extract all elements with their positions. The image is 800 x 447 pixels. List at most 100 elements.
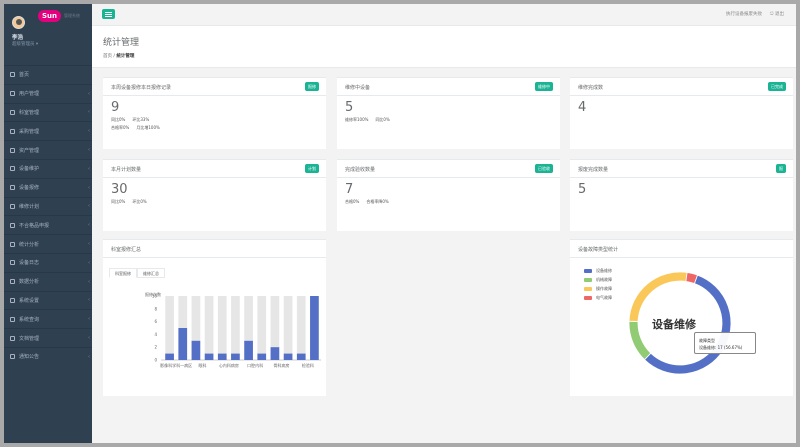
breadcrumb-current: 统计管理 xyxy=(116,54,135,59)
sidebar-item-label: 用户管理 xyxy=(19,91,40,98)
avatar[interactable] xyxy=(12,16,25,29)
app-frame: Sun 管理系统 李浩 超级管理员 ▾ 首页 用户管理 ‹ 科室管理 ‹ 采购管理 ‹ 资产管… xyxy=(4,4,796,443)
sidebar-item[interactable]: 设备日志 ‹ xyxy=(4,252,92,272)
sidebar-item-label: 不合格品申报 xyxy=(19,222,50,229)
sidebar-item[interactable]: 系统设置 ‹ xyxy=(4,290,92,310)
stat-card-title: 本月计划数量 xyxy=(111,167,142,173)
sidebar-item-label: 首页 xyxy=(19,72,30,79)
sidebar-item-label: 文档管理 xyxy=(19,335,40,342)
bar-panel-title: 科室报修汇总 xyxy=(111,247,142,253)
stat-row: 同比0% xyxy=(111,199,126,204)
bar-background xyxy=(257,296,267,360)
chevron-left-icon: ‹ xyxy=(88,335,90,342)
sidebar-item-label: 采购管理 xyxy=(19,128,40,135)
sidebar-item-label: 设备维护 xyxy=(19,166,40,173)
stat-card-badge[interactable]: 计划 xyxy=(305,164,319,173)
sidebar-item-label: 设备报修 xyxy=(19,185,40,192)
stat-card-value: 30 xyxy=(111,182,128,197)
menu-icon xyxy=(10,109,15,115)
top-notice-link[interactable]: 执行设备报废失败 xyxy=(726,11,762,17)
bar-background xyxy=(296,296,306,360)
sidebar-item-label: 统计分析 xyxy=(19,241,40,248)
tab-dept-repair[interactable]: 科室报修 xyxy=(109,268,137,278)
brand-subtitle: 管理系统 xyxy=(64,13,80,18)
menu-icon xyxy=(10,335,15,341)
stat-card-badge[interactable]: 已验收 xyxy=(535,164,553,173)
chevron-left-icon: ‹ xyxy=(88,128,90,135)
stat-card-title: 完成验收数量 xyxy=(345,167,376,173)
menu-icon xyxy=(10,147,15,153)
x-tick-label: 眼科 xyxy=(199,362,207,368)
sidebar-item-label: 资产管理 xyxy=(19,147,40,154)
tab-repair-summary[interactable]: 维修汇总 xyxy=(137,268,165,278)
x-tick-label: 检验科 xyxy=(302,362,314,368)
sidebar-item[interactable]: 设备维护 ‹ xyxy=(4,158,92,178)
sidebar-item[interactable]: 文档管理 ‹ xyxy=(4,328,92,347)
chevron-left-icon: ‹ xyxy=(88,353,90,360)
sidebar-item[interactable]: 用户管理 ‹ xyxy=(4,83,92,103)
bar xyxy=(283,353,293,360)
sidebar-item[interactable]: 维修计划 ‹ xyxy=(4,196,92,216)
stat-card-value: 4 xyxy=(578,100,587,115)
donut-slice[interactable] xyxy=(628,320,652,361)
stat-card: 报废完成数量 报 5 xyxy=(570,159,793,231)
y-tick-label: 8 xyxy=(154,306,157,311)
menu-toggle-button[interactable] xyxy=(102,9,115,19)
breadcrumb-home[interactable]: 首页 xyxy=(103,54,112,59)
stat-row: 合格0% xyxy=(345,199,360,204)
menu-icon xyxy=(10,354,15,360)
stat-card: 完成验收数量 已验收 7 合格0% 合格率降0% xyxy=(337,159,560,231)
chevron-left-icon: ‹ xyxy=(88,222,90,229)
sidebar-item[interactable]: 不合格品申报 ‹ xyxy=(4,215,92,234)
stat-card-title: 维修完成数 xyxy=(578,85,604,91)
sidebar-item[interactable]: 资产管理 ‹ xyxy=(4,140,92,159)
chart-tooltip: 故障类型 设备维修: 17 (56.67%) xyxy=(694,332,756,354)
x-tick-label: 骨科病房 xyxy=(274,362,290,368)
bar-background xyxy=(165,296,174,360)
sidebar-item-label: 维修计划 xyxy=(19,203,40,210)
user-role-dropdown[interactable]: 超级管理员 ▾ xyxy=(12,41,38,47)
sidebar-item[interactable]: 数据分析 ‹ xyxy=(4,271,92,291)
chevron-left-icon: ‹ xyxy=(88,203,90,210)
stat-card-badge[interactable]: 已完成 xyxy=(768,82,786,91)
bar xyxy=(217,353,227,360)
bar xyxy=(191,340,201,360)
tooltip-value: 设备维修: 17 (56.67%) xyxy=(699,345,743,350)
stat-card-badge[interactable]: 报修 xyxy=(305,82,319,91)
stat-card-badge[interactable]: 报 xyxy=(776,164,786,173)
y-tick-label: 0 xyxy=(154,358,157,363)
sidebar-item[interactable]: 设备报修 ‹ xyxy=(4,177,92,197)
y-tick-label: 6 xyxy=(154,319,157,324)
logout-link[interactable]: ⎋ 退出 xyxy=(770,11,784,17)
donut-center-label: 设备维修 xyxy=(652,318,696,331)
sidebar-item[interactable]: 采购管理 ‹ xyxy=(4,121,92,140)
stat-row: 环比0% xyxy=(132,199,147,204)
top-navbar: 执行设备报废失败 ⎋ 退出 xyxy=(92,4,796,26)
menu-icon xyxy=(10,279,15,285)
sidebar-item[interactable]: 科室管理 ‹ xyxy=(4,102,92,122)
stat-row: 同比0% xyxy=(375,117,390,122)
sidebar-item[interactable]: 通知公告 ‹ xyxy=(4,346,92,366)
sidebar-item[interactable]: 首页 xyxy=(4,65,92,84)
bar xyxy=(310,296,319,360)
sidebar-item[interactable]: 系统查询 ‹ xyxy=(4,309,92,328)
page-heading: 统计管理 首页 / 统计管理 xyxy=(92,26,796,68)
stat-card-badge[interactable]: 维修中 xyxy=(535,82,553,91)
stat-card-value: 5 xyxy=(578,182,587,197)
stat-row: 合格率0% xyxy=(111,125,130,130)
chevron-left-icon: ‹ xyxy=(88,165,90,172)
stat-card-title: 维修中设备 xyxy=(345,85,371,91)
menu-icon xyxy=(10,128,15,134)
menu-icon xyxy=(10,241,15,247)
x-tick-label: 口腔内科 xyxy=(247,362,263,368)
sidebar-item[interactable]: 统计分析 ‹ xyxy=(4,234,92,253)
bar xyxy=(296,353,306,360)
user-name: 李浩 xyxy=(12,35,24,41)
donut-slice[interactable] xyxy=(628,271,688,322)
stat-card-value: 5 xyxy=(345,100,354,115)
stat-card-title: 报废完成数量 xyxy=(578,167,609,173)
sidebar-item-label: 系统设置 xyxy=(19,297,40,304)
chevron-left-icon: ‹ xyxy=(88,278,90,285)
chevron-left-icon: ‹ xyxy=(88,297,90,304)
sidebar-item-label: 数据分析 xyxy=(19,279,40,286)
